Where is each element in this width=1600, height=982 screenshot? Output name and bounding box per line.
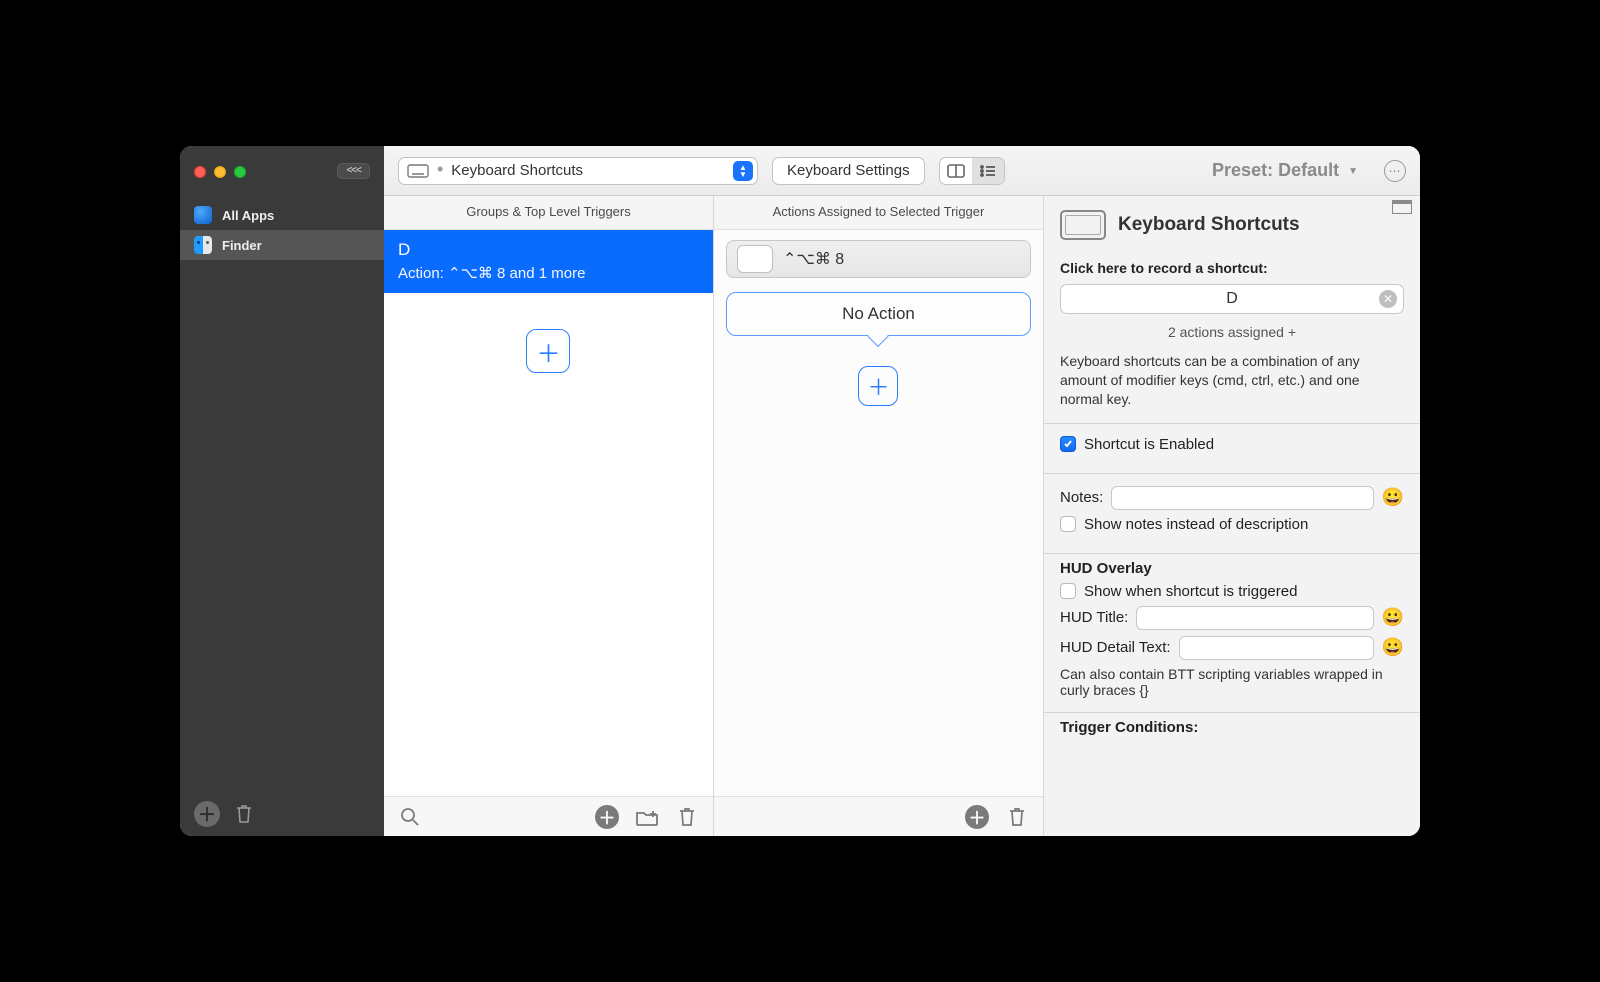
actions-column: Actions Assigned to Selected Trigger ⌃⌥⌘… (714, 196, 1044, 836)
collapse-sidebar-button[interactable]: <<< (337, 163, 370, 179)
hud-help-text: Can also contain BTT scripting variables… (1060, 666, 1404, 698)
add-action-button[interactable]: ＋ (858, 366, 898, 406)
hud-show-label: Show when shortcut is triggered (1084, 583, 1297, 600)
sidebar-item-all-apps[interactable]: All Apps (180, 200, 384, 230)
finder-icon (194, 236, 212, 254)
trigger-subtitle: Action: ⌃⌥⌘ 8 and 1 more (398, 264, 699, 282)
sidebar-footer: ＋ (180, 792, 384, 836)
enabled-section: Shortcut is Enabled (1044, 423, 1420, 473)
more-button[interactable]: ⋯ (1384, 160, 1406, 182)
add-trigger-button[interactable]: ＋ (526, 329, 570, 373)
record-shortcut-section: Click here to record a shortcut: D ✕ 2 a… (1044, 248, 1420, 423)
globe-icon (194, 206, 212, 224)
trigger-type-selector[interactable]: • Keyboard Shortcuts ▲▼ (398, 157, 758, 185)
inspector-title: Keyboard Shortcuts (1118, 214, 1300, 236)
trigger-row[interactable]: D Action: ⌃⌥⌘ 8 and 1 more (384, 230, 713, 293)
trash-icon[interactable] (1005, 806, 1029, 828)
groups-column: Groups & Top Level Triggers D Action: ⌃⌥… (384, 196, 714, 836)
app-window: <<< All Apps Finder ＋ (180, 146, 1420, 836)
hud-detail-label: HUD Detail Text: (1060, 639, 1171, 656)
zoom-window-button[interactable] (234, 166, 246, 178)
show-notes-label: Show notes instead of description (1084, 516, 1308, 533)
keyboard-icon (1060, 210, 1106, 240)
inspector-header: Keyboard Shortcuts (1044, 196, 1420, 248)
actions-column-header: Actions Assigned to Selected Trigger (714, 196, 1043, 230)
sidebar: <<< All Apps Finder ＋ (180, 146, 384, 836)
trigger-type-label: Keyboard Shortcuts (451, 162, 583, 179)
sidebar-item-label: All Apps (222, 208, 274, 223)
keyboard-icon (407, 164, 429, 178)
actions-assigned-label[interactable]: 2 actions assigned + (1060, 324, 1404, 340)
new-folder-icon[interactable] (635, 807, 659, 827)
trash-icon[interactable] (675, 806, 699, 828)
sidebar-item-finder[interactable]: Finder (180, 230, 384, 260)
action-not-configured-label: No Action (842, 304, 915, 324)
action-icon (737, 245, 773, 273)
shortcut-help-text: Keyboard shortcuts can be a combination … (1060, 352, 1404, 409)
enabled-label: Shortcut is Enabled (1084, 436, 1214, 453)
record-shortcut-label: Click here to record a shortcut: (1060, 260, 1404, 276)
close-window-button[interactable] (194, 166, 206, 178)
emoji-picker-button[interactable]: 😀 (1382, 607, 1404, 628)
search-icon[interactable] (398, 807, 422, 827)
sidebar-app-list: All Apps Finder (180, 196, 384, 792)
preset-label: Preset: Default (1212, 160, 1339, 180)
inspector-panel: Keyboard Shortcuts Click here to record … (1044, 196, 1420, 836)
popout-window-icon[interactable] (1392, 200, 1412, 214)
add-button[interactable]: ＋ (595, 805, 619, 829)
toolbar: • Keyboard Shortcuts ▲▼ Keyboard Setting… (384, 146, 1420, 196)
hud-title-label: HUD Title: (1060, 609, 1128, 626)
groups-column-footer: ＋ (384, 796, 713, 836)
keyboard-settings-button[interactable]: Keyboard Settings (772, 157, 925, 185)
show-notes-checkbox[interactable] (1060, 516, 1076, 532)
action-row[interactable]: ⌃⌥⌘ 8 (726, 240, 1031, 278)
hud-section: HUD Overlay Show when shortcut is trigge… (1044, 553, 1420, 712)
groups-column-header: Groups & Top Level Triggers (384, 196, 713, 230)
notes-input[interactable] (1111, 486, 1373, 510)
emoji-picker-button[interactable]: 😀 (1382, 637, 1404, 658)
action-not-configured[interactable]: No Action (726, 292, 1031, 336)
list-view-icon[interactable] (972, 158, 1004, 184)
emoji-picker-button[interactable]: 😀 (1382, 487, 1404, 508)
minimize-window-button[interactable] (214, 166, 226, 178)
chevron-down-icon: ▼ (1348, 166, 1358, 177)
actions-column-footer: ＋ (714, 796, 1043, 836)
trigger-title: D (398, 240, 699, 260)
content: • Keyboard Shortcuts ▲▼ Keyboard Setting… (384, 146, 1420, 836)
hud-title-input[interactable] (1136, 606, 1373, 630)
sidebar-item-label: Finder (222, 238, 262, 253)
notes-label: Notes: (1060, 489, 1103, 506)
hud-detail-input[interactable] (1179, 636, 1374, 660)
trigger-conditions-title: Trigger Conditions: (1060, 719, 1404, 736)
clear-shortcut-button[interactable]: ✕ (1379, 290, 1397, 308)
enabled-checkbox[interactable] (1060, 436, 1076, 452)
window-titlebar: <<< (180, 146, 384, 196)
trigger-conditions-section: Trigger Conditions: (1044, 712, 1420, 746)
hud-section-title: HUD Overlay (1060, 560, 1404, 577)
action-label: ⌃⌥⌘ 8 (783, 249, 844, 269)
columns: Groups & Top Level Triggers D Action: ⌃⌥… (384, 196, 1420, 836)
notes-section: Notes: 😀 Show notes instead of descripti… (1044, 473, 1420, 553)
view-mode-segment[interactable] (939, 157, 1005, 185)
record-shortcut-value: D (1226, 290, 1238, 308)
columns-view-icon[interactable] (940, 158, 972, 184)
chevron-updown-icon: ▲▼ (733, 161, 753, 181)
window-controls (194, 164, 246, 178)
hud-show-checkbox[interactable] (1060, 583, 1076, 599)
add-button[interactable]: ＋ (965, 805, 989, 829)
preset-selector[interactable]: Preset: Default ▼ (1212, 160, 1358, 181)
add-app-button[interactable]: ＋ (194, 801, 220, 827)
delete-app-button[interactable] (234, 803, 254, 825)
record-shortcut-field[interactable]: D ✕ (1060, 284, 1404, 314)
